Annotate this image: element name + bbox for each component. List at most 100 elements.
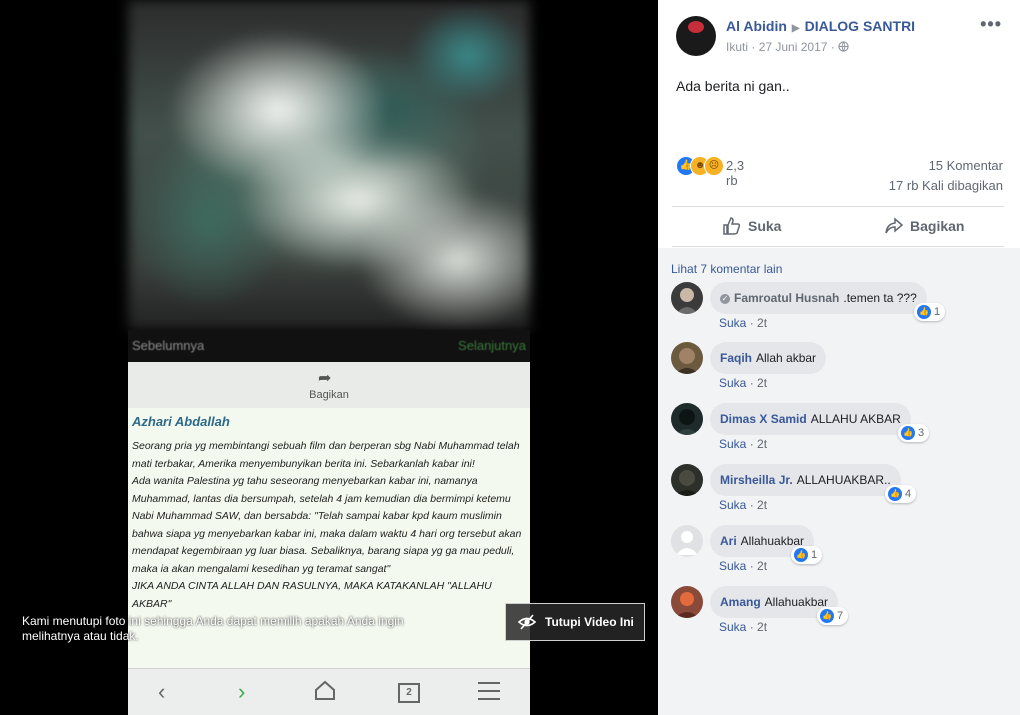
cover-video-button[interactable]: Tutupi Video Ini	[505, 603, 645, 641]
comment-bubble: Faqih Allah akbar	[710, 342, 827, 374]
sensitive-content-message: Kami menutupi foto ini sehingga Anda dap…	[22, 614, 404, 643]
screenshot-photo: Sebelumnya Selanjutnya ➦ Bagikan Azhari …	[128, 0, 530, 715]
comment-meta: Suka · 2t	[719, 437, 768, 451]
follow-link[interactable]: Ikuti	[726, 40, 748, 54]
avatar-logo-shape	[688, 21, 704, 33]
comment-time[interactable]: 2t	[757, 498, 767, 512]
commenter-avatar[interactable]	[671, 282, 703, 314]
comment-time[interactable]: 2t	[757, 376, 767, 390]
photo-body-text: Seorang pria yg membintangi sebuah film …	[132, 438, 526, 613]
comment-time[interactable]: 2t	[757, 316, 767, 330]
tabs-count-icon: 2	[398, 683, 420, 703]
comment-reaction-badge[interactable]: 👍 3	[898, 424, 930, 442]
comment-item: Ari Allahuakbar 👍 1 Suka · 2t	[671, 525, 1011, 581]
commenter-name[interactable]: Dimas X Samid	[720, 412, 807, 426]
comment-item: Amang Allahuakbar 👍 7 Suka · 2t	[671, 586, 1011, 642]
cover-video-label: Tutupi Video Ini	[545, 615, 634, 629]
comment-item: ✓ Famroatul Husnah .temen ta ??? 👍 1 Suka ·…	[671, 282, 1011, 338]
comment-text: Allahuakbar	[740, 534, 805, 548]
comment-reaction-count: 7	[837, 610, 844, 622]
commenter-avatar[interactable]	[671, 403, 703, 435]
comment-text: Allahuakbar	[764, 595, 829, 609]
blurred-image	[128, 0, 530, 330]
photo-paragraph: Ada wanita Palestina yg tahu seseorang m…	[132, 475, 522, 575]
comment-text: ALLAHU AKBAR	[810, 412, 901, 426]
divider	[672, 246, 1004, 247]
commenter-avatar[interactable]	[671, 586, 703, 618]
share-icon	[885, 217, 904, 234]
photo-author: Azhari Abdallah	[132, 414, 230, 429]
comment-reaction-badge[interactable]: 👍 1	[914, 303, 946, 321]
more-options-icon[interactable]: •••	[980, 14, 1002, 35]
comment-text: Allah akbar	[756, 351, 817, 365]
commenter-name[interactable]: Famroatul Husnah	[734, 291, 839, 305]
nav-next-text: Selanjutnya	[458, 338, 526, 353]
view-more-comments-link[interactable]: Lihat 7 komentar lain	[671, 262, 782, 276]
shares-count-link[interactable]: 17 rb Kali dibagikan	[889, 178, 1003, 193]
commenter-avatar[interactable]	[671, 342, 703, 374]
comment-meta: Suka · 2t	[719, 559, 768, 573]
share-arrow-icon: ➦	[318, 370, 332, 387]
reaction-count: 2,3 rb	[726, 158, 745, 188]
comment-time[interactable]: 2t	[757, 559, 767, 573]
comment-reaction-count: 4	[905, 488, 912, 500]
like-reaction-icon: 👍	[917, 305, 931, 320]
post-author-link[interactable]: Al Abidin	[726, 18, 787, 34]
page-avatar[interactable]	[676, 16, 716, 56]
phone-nav-bar: ‹ › 2	[128, 668, 530, 715]
nav-prev-text: Sebelumnya	[132, 338, 205, 353]
comment-time[interactable]: 2t	[757, 620, 767, 634]
comment-meta: Suka · 2t	[719, 498, 768, 512]
comment-like-link[interactable]: Suka	[719, 376, 746, 390]
comment-item: Mirsheilla Jr. ALLAHUAKBAR.. 👍 4 Suka · 2t	[671, 464, 1011, 520]
comment-reaction-badge[interactable]: 👍 7	[817, 607, 849, 625]
like-reaction-icon: 👍	[820, 609, 834, 624]
thumbs-up-icon	[723, 217, 741, 235]
photo-share-bar: ➦ Bagikan	[128, 362, 530, 409]
sad-reaction-icon: ☹	[704, 156, 724, 176]
comment-reaction-badge[interactable]: 👍 1	[791, 546, 823, 564]
like-label: Suka	[748, 218, 782, 234]
check-badge-icon: ✓	[720, 293, 730, 304]
commenter-name[interactable]: Ari	[720, 534, 737, 548]
comment-item: Faqih Allah akbar Suka · 2t	[671, 342, 1011, 398]
group-name-link[interactable]: DIALOG SANTRI	[805, 18, 915, 34]
back-chevron-icon: ‹	[158, 679, 166, 704]
comment-meta: Suka · 2t	[719, 620, 768, 634]
comments-count-link[interactable]: 15 Komentar	[929, 158, 1003, 173]
comment-like-link[interactable]: Suka	[719, 559, 746, 573]
like-reaction-icon: 👍	[901, 426, 915, 441]
comment-text: .temen ta ???	[843, 291, 917, 305]
photo-paragraph: JIKA ANDA CINTA ALLAH DAN RASULNYA, MAKA…	[132, 580, 492, 610]
post-header: Al Abidin ▶ DIALOG SANTRI	[726, 18, 915, 34]
post-text: Ada berita ni gan..	[676, 78, 790, 94]
comment-item: Dimas X Samid ALLAHU AKBAR 👍 3 Suka · 2t	[671, 403, 1011, 459]
comment-time[interactable]: 2t	[757, 437, 767, 451]
like-reaction-icon: 👍	[794, 548, 808, 563]
photo-nav-row: Sebelumnya Selanjutnya	[128, 330, 530, 362]
comment-like-link[interactable]: Suka	[719, 437, 746, 451]
globe-icon	[838, 41, 849, 52]
caret-right-icon: ▶	[791, 23, 800, 34]
comment-like-link[interactable]: Suka	[719, 620, 746, 634]
comment-meta: Suka · 2t	[719, 316, 768, 330]
comment-reaction-count: 1	[934, 306, 941, 318]
commenter-name[interactable]: Amang	[720, 595, 761, 609]
comment-meta: Suka · 2t	[719, 376, 768, 390]
comment-reaction-badge[interactable]: 👍 4	[885, 485, 917, 503]
commenter-avatar[interactable]	[671, 525, 703, 557]
like-reaction-icon: 👍	[888, 487, 902, 502]
post-date[interactable]: 27 Juni 2017	[759, 40, 828, 54]
photo-paragraph: Seorang pria yg membintangi sebuah film …	[132, 440, 520, 470]
comment-reaction-count: 3	[918, 427, 925, 439]
home-icon	[314, 679, 336, 707]
post-panel: Al Abidin ▶ DIALOG SANTRI Ikuti · 27 Juni …	[658, 0, 1020, 715]
comment-like-link[interactable]: Suka	[719, 498, 746, 512]
photo-share-label: Bagikan	[309, 389, 349, 401]
commenter-avatar[interactable]	[671, 464, 703, 496]
comment-bubble: Mirsheilla Jr. ALLAHUAKBAR..	[710, 464, 901, 496]
commenter-name[interactable]: Mirsheilla Jr.	[720, 473, 793, 487]
commenter-name[interactable]: Faqih	[720, 351, 752, 365]
comment-like-link[interactable]: Suka	[719, 316, 746, 330]
comment-reaction-count: 1	[811, 549, 818, 561]
